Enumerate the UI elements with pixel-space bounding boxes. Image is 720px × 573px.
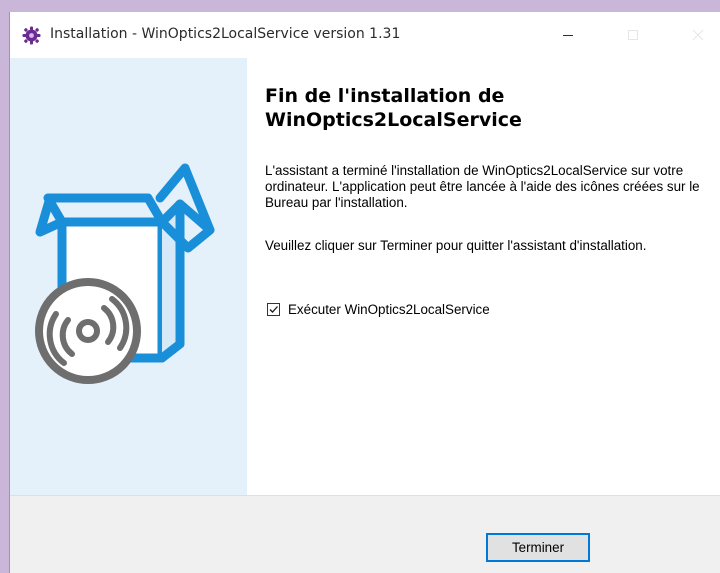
wizard-footer: Terminer [10,495,720,573]
installer-window: Installation - WinOptics2LocalService ve… [9,12,720,573]
close-button [675,12,720,58]
completion-message: L'assistant a terminé l'installation de … [265,163,700,210]
finish-instruction: Veuillez cliquer sur Terminer pour quitt… [265,238,647,253]
title-bar[interactable]: Installation - WinOptics2LocalService ve… [10,12,720,58]
run-app-checkbox[interactable] [267,303,280,316]
maximize-button [610,12,656,58]
run-app-checkbox-label[interactable]: Exécuter WinOptics2LocalService [288,302,490,317]
run-app-option[interactable]: Exécuter WinOptics2LocalService [267,302,490,317]
close-icon [692,29,704,41]
box-with-disc-icon [35,163,215,384]
maximize-icon [628,30,638,40]
window-title: Installation - WinOptics2LocalService ve… [50,26,401,42]
minimize-icon [563,35,573,36]
minimize-button[interactable] [545,12,591,58]
checkmark-icon [269,306,278,313]
installer-gear-icon [22,26,41,45]
page-title: Fin de l'installation de WinOptics2Local… [265,85,522,131]
wizard-sidebar [10,58,247,495]
finish-button[interactable]: Terminer [486,533,590,562]
wizard-content: Fin de l'installation de WinOptics2Local… [247,58,720,495]
